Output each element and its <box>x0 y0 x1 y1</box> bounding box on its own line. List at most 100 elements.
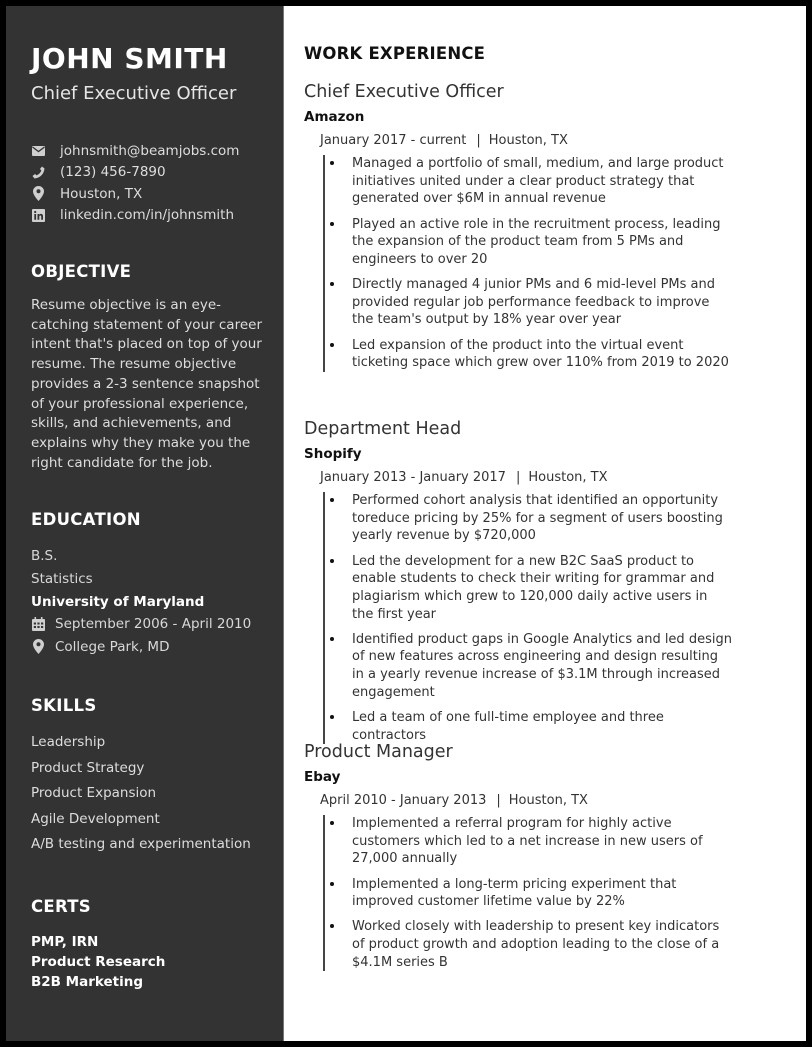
bullet-dot-icon <box>330 558 334 563</box>
contact-email-text: johnsmith@beamjobs.com <box>60 142 240 159</box>
job-title: Department Head <box>304 419 462 439</box>
job-bullet: Identified product gaps in Google Analyt… <box>325 631 732 702</box>
job-bullets: Implemented a referral program for highl… <box>323 815 774 972</box>
job-bullet: Directly managed 4 junior PMs and 6 mid-… <box>325 276 732 329</box>
contact-location-text: Houston, TX <box>60 185 143 202</box>
job-bullet: Worked closely with leadership to presen… <box>325 918 732 971</box>
skills-heading: SKILLS <box>31 696 97 715</box>
resume-page: JOHN SMITH Chief Executive Officer johns… <box>6 6 806 1041</box>
contact-linkedin[interactable]: linkedin.com/in/johnsmith <box>31 205 239 227</box>
job-company: Shopify <box>304 446 362 462</box>
job-meta: April 2010 - January 2013 | Houston, TX <box>320 789 774 813</box>
job-location: Houston, TX <box>528 470 608 485</box>
job-meta: January 2013 - January 2017 | Houston, TX <box>320 466 774 490</box>
cert-item: Product Research <box>31 954 166 970</box>
meta-separator: | <box>476 133 481 148</box>
education-location-row: College Park, MD <box>31 636 251 659</box>
skill-item: Product Strategy <box>31 759 145 776</box>
certs-heading: CERTS <box>31 897 91 916</box>
job-dates: April 2010 - January 2013 <box>320 793 487 808</box>
candidate-name: JOHN SMITH <box>31 42 228 75</box>
contact-phone[interactable]: (123) 456-7890 <box>31 162 239 184</box>
education-dates-row: September 2006 - April 2010 <box>31 613 251 636</box>
education-dates: September 2006 - April 2010 <box>55 616 252 632</box>
job-bullet: Implemented a referral program for highl… <box>325 815 732 868</box>
linkedin-icon <box>31 208 45 222</box>
job-bullet-text: Worked closely with leadership to presen… <box>352 919 720 970</box>
bullet-dot-icon <box>330 282 334 286</box>
education-degree: B.S. <box>31 548 58 564</box>
job-location: Houston, TX <box>508 793 588 808</box>
job-bullet-text: Performed cohort analysis that identifie… <box>352 493 723 544</box>
education-location: College Park, MD <box>55 638 170 655</box>
job-meta: January 2017 - current | Houston, TX <box>320 129 774 153</box>
bullet-dot-icon <box>330 161 334 165</box>
education-field: Statistics <box>31 571 93 587</box>
skill-item: Product Expansion <box>31 785 157 801</box>
job-title: Product Manager <box>304 742 453 762</box>
job-entry: Product Manager Ebay April 2010 - Januar… <box>304 739 774 972</box>
bullet-dot-icon <box>330 221 334 226</box>
bullet-dot-icon <box>330 342 334 347</box>
bullet-dot-icon <box>330 714 334 719</box>
job-company: Amazon <box>304 109 365 125</box>
skill-item: Leadership <box>31 734 106 750</box>
calendar-icon <box>31 616 45 632</box>
job-dates: January 2017 - current <box>320 133 467 148</box>
work-experience-heading: WORK EXPERIENCE <box>304 44 486 63</box>
meta-separator: | <box>496 793 501 808</box>
job-entry: Department Head Shopify January 2013 - J… <box>304 416 774 745</box>
main-content: WORK EXPERIENCE Chief Executive Officer … <box>304 6 806 1041</box>
job-bullet-text: Directly managed 4 junior PMs and 6 mid-… <box>352 277 716 328</box>
skill-item: A/B testing and experimentation <box>31 836 251 852</box>
job-bullet: Played an active role in the recruitment… <box>325 216 732 269</box>
bullet-dot-icon <box>330 881 334 886</box>
job-bullet-text: Implemented a referral program for highl… <box>352 816 703 867</box>
job-bullet: Managed a portfolio of small, medium, an… <box>325 155 732 208</box>
job-bullet-text: Managed a portfolio of small, medium, an… <box>352 156 724 207</box>
job-bullet: Implemented a long-term pricing experime… <box>325 876 732 911</box>
certs-list: PMP, IRN Product Research B2B Marketing <box>31 932 165 992</box>
skills-list: Leadership Product Strategy Product Expa… <box>31 730 251 858</box>
job-bullet: Led expansion of the product into the vi… <box>325 337 732 372</box>
contact-list: johnsmith@beamjobs.com (123) 456-7890 Ho… <box>31 140 239 226</box>
job-company: Ebay <box>304 769 341 785</box>
skill-item: Agile Development <box>31 810 160 827</box>
bullet-dot-icon <box>330 821 334 825</box>
objective-heading: OBJECTIVE <box>31 262 132 281</box>
map-pin-icon <box>31 186 45 202</box>
objective-text: Resume objective is an eye-catching stat… <box>31 297 262 471</box>
contact-location: Houston, TX <box>31 183 239 205</box>
education-block: B.S. Statistics University of Maryland S… <box>31 544 251 658</box>
candidate-title: Chief Executive Officer <box>31 83 237 104</box>
job-bullet-text: Led the development for a new B2C SaaS p… <box>352 553 715 622</box>
job-entry: Chief Executive Officer Amazon January 2… <box>304 79 774 372</box>
phone-icon <box>31 165 45 179</box>
bullet-dot-icon <box>330 636 334 641</box>
contact-phone-text: (123) 456-7890 <box>60 164 166 181</box>
job-dates: January 2013 - January 2017 <box>320 470 506 485</box>
job-bullet: Performed cohort analysis that identifie… <box>325 492 732 545</box>
education-school: University of Maryland <box>31 593 205 610</box>
envelope-icon <box>31 144 45 158</box>
job-bullet-text: Identified product gaps in Google Analyt… <box>352 631 732 700</box>
job-bullet: Led the development for a new B2C SaaS p… <box>325 553 732 624</box>
contact-email[interactable]: johnsmith@beamjobs.com <box>31 140 239 162</box>
job-bullet-text: Led expansion of the product into the vi… <box>352 337 729 371</box>
cert-item: PMP, IRN <box>31 934 99 950</box>
job-bullets: Performed cohort analysis that identifie… <box>323 492 774 745</box>
job-title: Chief Executive Officer <box>304 82 504 102</box>
education-heading: EDUCATION <box>31 510 141 529</box>
map-pin-icon <box>31 639 45 655</box>
bullet-dot-icon <box>330 498 334 502</box>
job-bullets: Managed a portfolio of small, medium, an… <box>323 155 774 372</box>
cert-item: B2B Marketing <box>31 974 144 990</box>
job-bullet-text: Led a team of one full-time employee and… <box>352 709 664 743</box>
job-bullet-text: Implemented a long-term pricing experime… <box>352 876 677 910</box>
bullet-dot-icon <box>330 924 334 929</box>
job-bullet-text: Played an active role in the recruitment… <box>352 216 721 267</box>
meta-separator: | <box>515 470 521 485</box>
sidebar: JOHN SMITH Chief Executive Officer johns… <box>6 6 284 1041</box>
contact-linkedin-text: linkedin.com/in/johnsmith <box>60 207 235 224</box>
job-location: Houston, TX <box>488 133 568 148</box>
